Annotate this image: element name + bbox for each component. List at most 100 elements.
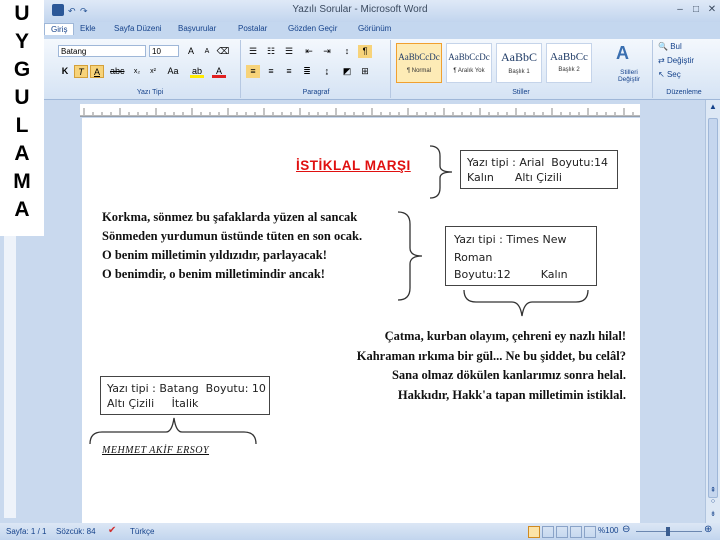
next-page-icon[interactable]: ⇟ — [707, 510, 719, 518]
style-heading-2[interactable]: AaBbCc Başlık 2 — [546, 43, 592, 83]
borders-icon[interactable]: ⊞ — [358, 65, 372, 78]
font-group-label: Yazı Tipi — [136, 89, 164, 96]
tab-home[interactable]: Giriş — [44, 23, 75, 35]
line-spacing-icon[interactable]: ↨ — [320, 65, 334, 78]
font-color-icon[interactable]: A — [212, 65, 226, 78]
web-layout-icon[interactable] — [556, 526, 568, 538]
tab-page-layout[interactable]: Sayfa Düzeni — [114, 24, 162, 33]
stanza-1-line[interactable]: Korkma, sönmez bu şafaklarda yüzen al sa… — [102, 208, 362, 227]
increase-indent-icon[interactable]: ⇥ — [320, 45, 334, 58]
title-bar: Yazılı Sorular - Microsoft Word – □ ✕ ↶ … — [0, 0, 720, 22]
replace-button[interactable]: ⇄ Değiştir — [658, 56, 694, 65]
bullets-icon[interactable]: ☰ — [246, 45, 260, 58]
outline-icon[interactable] — [570, 526, 582, 538]
tab-review[interactable]: Gözden Geçir — [288, 24, 337, 33]
change-styles-label[interactable]: Stilleri Değiştir — [612, 69, 646, 83]
multilevel-list-icon[interactable]: ☰ — [282, 45, 296, 58]
style-name: ¶ Normal — [406, 68, 432, 74]
editing-group-label: Düzenleme — [666, 89, 702, 96]
superscript-icon[interactable]: x² — [146, 65, 160, 78]
stanza-1-line[interactable]: O benimdir, o benim milletimindir ancak! — [102, 265, 362, 284]
select-button[interactable]: ↖ Seç — [658, 70, 681, 79]
align-right-icon[interactable]: ≡ — [282, 65, 296, 78]
page-indicator[interactable]: Sayfa: 1 / 1 — [6, 527, 46, 536]
justify-icon[interactable]: ≣ — [300, 65, 314, 78]
change-styles-icon[interactable]: A — [616, 43, 629, 64]
paragraph-group-label: Paragraf — [302, 89, 330, 96]
close-button[interactable]: ✕ — [704, 3, 720, 17]
zoom-level[interactable]: %100 — [598, 526, 618, 535]
annotation-1-line-1: Yazı tipi : Arial Boyutu:14 — [467, 156, 609, 169]
style-preview: AaBbC — [501, 50, 537, 64]
zoom-slider-thumb[interactable] — [666, 527, 670, 536]
annotation-box-2[interactable]: Yazı tipi : Times New Roman Boyutu:12 Kal… — [445, 226, 597, 286]
stanza-2-line[interactable]: Hakkıdır, Hakk'a tapan milletimin istikl… — [357, 386, 626, 406]
clear-format-icon[interactable]: ⌫ — [216, 45, 230, 58]
author-name[interactable]: MEHMET AKİF ERSOY — [102, 445, 209, 456]
horizontal-ruler[interactable] — [80, 104, 640, 117]
decrease-indent-icon[interactable]: ⇤ — [302, 45, 316, 58]
redo-icon[interactable]: ↷ — [80, 6, 88, 17]
full-screen-icon[interactable] — [542, 526, 554, 538]
stanza-2-line[interactable]: Kahraman ırkıma bir gül... Ne bu şiddet,… — [357, 347, 626, 367]
minimize-button[interactable]: – — [672, 3, 688, 17]
font-size-combo[interactable]: 10 — [149, 45, 179, 57]
document-page[interactable]: İSTİKLAL MARŞI Yazı tipi : Arial Boyutu:… — [82, 118, 640, 523]
zoom-in-icon[interactable]: ⊕ — [704, 524, 712, 535]
shading-icon[interactable]: ◩ — [340, 65, 354, 78]
annotation-2-line-1: Yazı tipi : Times New — [454, 233, 567, 246]
separator — [652, 40, 653, 98]
align-center-icon[interactable]: ≡ — [264, 65, 278, 78]
replace-label: Değiştir — [666, 56, 695, 65]
highlight-icon[interactable]: ab — [190, 65, 204, 78]
maximize-button[interactable]: □ — [688, 3, 704, 17]
italic-button[interactable]: T — [74, 65, 88, 78]
undo-icon[interactable]: ↶ — [68, 6, 76, 17]
annotation-3-line-2: Altı Çizili İtalik — [107, 397, 199, 410]
annotation-box-1[interactable]: Yazı tipi : Arial Boyutu:14 Kalın Altı Ç… — [460, 150, 618, 189]
separator — [390, 40, 391, 98]
poem-title[interactable]: İSTİKLAL MARŞI — [296, 158, 411, 173]
save-icon[interactable] — [52, 4, 64, 16]
change-case-icon[interactable]: Aa — [166, 65, 180, 78]
style-heading-1[interactable]: AaBbC Başlık 1 — [496, 43, 542, 83]
spelling-check-icon[interactable]: ✔ — [108, 525, 116, 536]
prev-page-icon[interactable]: ⇞ — [707, 486, 719, 494]
tab-mailings[interactable]: Postalar — [238, 24, 267, 33]
language-indicator[interactable]: Türkçe — [130, 527, 154, 536]
stanza-1-line[interactable]: O benim milletimin yıldızıdır, parlayaca… — [102, 246, 362, 265]
grow-font-icon[interactable]: A — [184, 45, 198, 58]
style-preview: AaBbCcDc — [398, 52, 440, 62]
stanza-2-line[interactable]: Çatma, kurban olayım, çehreni ey nazlı h… — [357, 327, 626, 347]
sort-icon[interactable]: ↕ — [340, 45, 354, 58]
align-left-icon[interactable]: ≡ — [246, 65, 260, 78]
draft-icon[interactable] — [584, 526, 596, 538]
numbering-icon[interactable]: ☷ — [264, 45, 278, 58]
font-name-combo[interactable]: Batang — [58, 45, 146, 57]
select-browse-icon[interactable]: ○ — [707, 498, 719, 505]
side-label-letter: U — [14, 2, 30, 25]
tab-insert[interactable]: Ekle — [80, 24, 96, 33]
zoom-out-icon[interactable]: ⊖ — [622, 524, 630, 535]
stanza-1-line[interactable]: Sönmeden yurdumun üstünde tüten en son o… — [102, 227, 362, 246]
underline-button[interactable]: A — [90, 65, 104, 78]
find-label: Bul — [670, 42, 682, 51]
tab-view[interactable]: Görünüm — [358, 24, 391, 33]
vertical-scrollbar[interactable]: ▲ ⇞ ○ ⇟ — [705, 100, 720, 523]
print-layout-icon[interactable] — [528, 526, 540, 538]
shrink-font-icon[interactable]: A — [200, 45, 214, 58]
stanza-2-line[interactable]: Sana olmaz dökülen kanlarımız sonra hela… — [357, 366, 626, 386]
find-button[interactable]: 🔍 Bul — [658, 42, 682, 51]
show-marks-icon[interactable]: ¶ — [358, 45, 372, 58]
annotation-box-3[interactable]: Yazı tipi : Batang Boyutu: 10 Altı Çizil… — [100, 376, 270, 415]
bold-button[interactable]: K — [58, 65, 72, 78]
scroll-thumb[interactable] — [708, 118, 718, 498]
word-count[interactable]: Sözcük: 84 — [56, 527, 96, 536]
scroll-up-icon[interactable]: ▲ — [707, 102, 719, 114]
subscript-icon[interactable]: x₂ — [130, 65, 144, 78]
tab-references[interactable]: Başvurular — [178, 24, 216, 33]
side-label-letter: L — [15, 114, 29, 137]
style-no-spacing[interactable]: AaBbCcDc ¶ Aralık Yok — [446, 43, 492, 83]
style-normal[interactable]: AaBbCcDc ¶ Normal — [396, 43, 442, 83]
strikethrough-icon[interactable]: abc — [110, 65, 125, 78]
